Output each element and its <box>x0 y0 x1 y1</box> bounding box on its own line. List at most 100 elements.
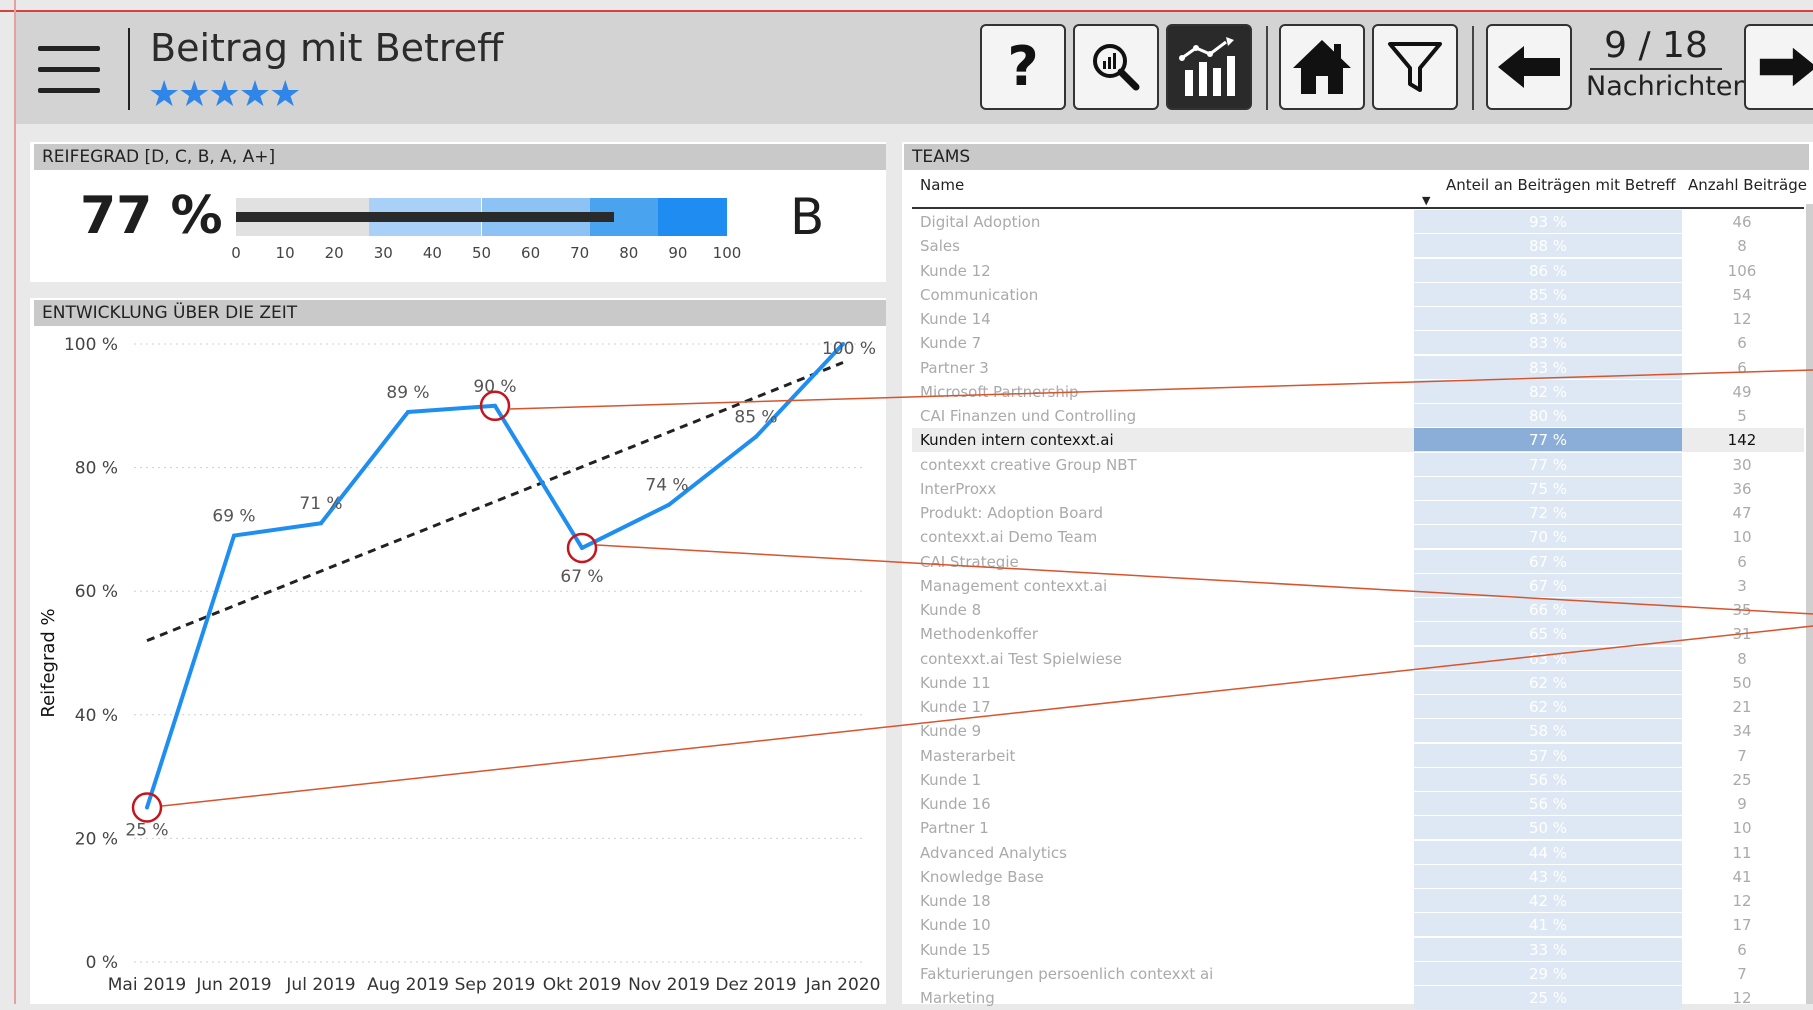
count-cell: 21 <box>1732 698 1752 716</box>
data-point <box>493 403 497 408</box>
column-header-share[interactable]: Anteil an Beiträgen mit Betreff <box>1446 176 1676 194</box>
table-row[interactable]: Kunde 17 62 % 21 <box>912 695 1804 719</box>
team-name-cell: CAI Strategie <box>920 552 1019 571</box>
gauge-tick-label: 10 <box>275 244 295 262</box>
y-axis-label: Reifegrad % <box>38 608 59 717</box>
column-header-name[interactable]: Name <box>920 176 964 194</box>
team-name-cell: Kunde 1 <box>920 770 982 789</box>
table-row[interactable]: Marketing 25 % 12 <box>912 986 1804 1010</box>
home-button[interactable] <box>1279 24 1365 110</box>
count-cell: 50 <box>1732 673 1752 692</box>
table-row[interactable]: Kunde 14 83 % 12 <box>912 307 1804 331</box>
table-row[interactable]: Methodenkoffer 65 % 31 <box>912 622 1804 646</box>
share-cell: 44 % <box>1414 840 1682 864</box>
table-scrollbar[interactable] <box>1806 204 1813 1004</box>
table-row[interactable]: Kunde 10 41 % 17 <box>912 913 1804 937</box>
share-cell: 72 % <box>1414 501 1682 524</box>
table-row[interactable]: Kunde 18 42 % 12 <box>912 889 1804 913</box>
previous-button[interactable] <box>1486 24 1572 110</box>
share-cell: 63 % <box>1414 646 1682 670</box>
table-row[interactable]: CAI Finanzen und Controlling 80 % 5 <box>912 404 1804 428</box>
team-name-cell: Kunde 11 <box>920 673 991 692</box>
count-cell: 10 <box>1732 528 1752 547</box>
team-name-cell: Digital Adoption <box>920 213 1041 231</box>
table-row[interactable]: Produkt: Adoption Board 72 % 47 <box>912 501 1804 525</box>
share-cell: 67 % <box>1414 573 1682 597</box>
table-row[interactable]: Knowledge Base 43 % 41 <box>912 864 1804 889</box>
reifegrad-title: REIFEGRAD [D, C, B, A, A+] <box>34 144 886 170</box>
next-button[interactable] <box>1744 24 1813 110</box>
table-row[interactable]: Kunde 12 86 % 106 <box>912 258 1804 283</box>
count-cell: 35 <box>1732 601 1752 619</box>
help-button[interactable]: ? <box>980 24 1066 110</box>
share-cell: 62 % <box>1414 670 1682 694</box>
table-row[interactable]: Sales 88 % 8 <box>912 234 1804 258</box>
share-cell: 56 % <box>1414 792 1682 815</box>
table-row[interactable]: Advanced Analytics 44 % 11 <box>912 840 1804 865</box>
table-row[interactable]: Kunde 9 58 % 34 <box>912 719 1804 743</box>
table-row[interactable]: Fakturierungen persoenlich contexxt ai 29… <box>912 961 1804 986</box>
y-tick-label: 60 % <box>75 582 118 602</box>
data-label: 25 % <box>125 821 168 841</box>
table-row[interactable]: Kunde 8 66 % 35 <box>912 598 1804 622</box>
column-header-count[interactable]: Anzahl Beiträge <box>1688 176 1807 194</box>
table-row[interactable]: Partner 3 83 % 6 <box>912 355 1804 380</box>
table-row[interactable]: CAI Strategie 67 % 6 <box>912 549 1804 574</box>
team-name-cell: Knowledge Base <box>920 867 1044 886</box>
y-tick-label: 80 % <box>75 459 118 479</box>
count-cell: 142 <box>1727 431 1757 450</box>
table-row[interactable]: Communication 85 % 54 <box>912 282 1804 307</box>
x-tick-label: Sep 2019 <box>455 975 536 995</box>
pager-current: 9 / 18 <box>1604 25 1708 66</box>
toolbar-separator <box>1472 26 1474 110</box>
share-cell: 88 % <box>1414 234 1682 258</box>
chart-icon <box>1179 37 1235 96</box>
table-row[interactable]: Microsoft Partnership 82 % 49 <box>912 379 1804 404</box>
table-row[interactable]: Kunde 11 62 % 50 <box>912 670 1804 695</box>
y-tick-label: 20 % <box>75 829 118 849</box>
analyze-button[interactable] <box>1073 24 1159 110</box>
count-cell: 5 <box>1737 407 1747 425</box>
table-row[interactable]: Kunde 16 56 % 9 <box>912 792 1804 816</box>
table-row[interactable]: Masterarbeit 57 % 7 <box>912 743 1804 768</box>
team-name-cell: Kunde 8 <box>920 601 982 619</box>
count-cell: 12 <box>1732 310 1752 328</box>
gauge-tick-label: 100 <box>712 244 742 262</box>
share-cell: 50 % <box>1414 816 1682 840</box>
gauge-tick-label: 60 <box>521 244 541 262</box>
table-row[interactable]: Management contexxt.ai 67 % 3 <box>912 573 1804 598</box>
table-row[interactable]: InterProxx 75 % 36 <box>912 476 1804 501</box>
y-tick-label: 40 % <box>75 706 118 726</box>
x-tick-label: Nov 2019 <box>628 975 710 995</box>
share-cell: 42 % <box>1414 889 1682 912</box>
data-point <box>754 434 758 439</box>
table-row[interactable]: Kunde 7 83 % 6 <box>912 331 1804 355</box>
x-tick-label: Jul 2019 <box>285 975 355 995</box>
header-divider <box>128 28 130 110</box>
count-cell: 41 <box>1732 867 1752 886</box>
table-row[interactable]: contexxt creative Group NBT 77 % 30 <box>912 452 1804 477</box>
data-label: 100 % <box>822 339 876 359</box>
table-row[interactable]: contexxt.ai Test Spielwiese 63 % 8 <box>912 646 1804 671</box>
table-row[interactable]: Kunden intern contexxt.ai 77 % 142 <box>912 428 1804 453</box>
count-cell: 8 <box>1737 237 1747 256</box>
gauge-tick-label: 20 <box>324 244 344 262</box>
sort-desc-icon[interactable]: ▼ <box>1422 194 1430 207</box>
line-chart: 0 % 20 % 40 % 60 % 80 % 100 % Mai 2019 Jun 2019… <box>30 328 886 1004</box>
table-row[interactable]: Kunde 15 33 % 6 <box>912 937 1804 962</box>
team-name-cell: Communication <box>920 285 1039 304</box>
hamburger-menu-icon[interactable] <box>38 46 100 94</box>
count-cell: 30 <box>1732 455 1752 474</box>
filter-button[interactable] <box>1372 24 1458 110</box>
team-name-cell: contexxt creative Group NBT <box>920 455 1137 474</box>
data-point <box>580 545 584 550</box>
table-row[interactable]: Kunde 1 56 % 25 <box>912 767 1804 792</box>
chart-view-button[interactable] <box>1166 24 1252 110</box>
table-row[interactable]: Digital Adoption 93 % 46 <box>912 210 1804 234</box>
team-name-cell: Kunde 18 <box>920 892 991 910</box>
count-cell: 54 <box>1732 285 1752 304</box>
table-row[interactable]: contexxt.ai Demo Team 70 % 10 <box>912 525 1804 549</box>
share-cell: 83 % <box>1414 355 1682 379</box>
table-row[interactable]: Partner 1 50 % 10 <box>912 816 1804 840</box>
team-name-cell: Produkt: Adoption Board <box>920 504 1104 522</box>
